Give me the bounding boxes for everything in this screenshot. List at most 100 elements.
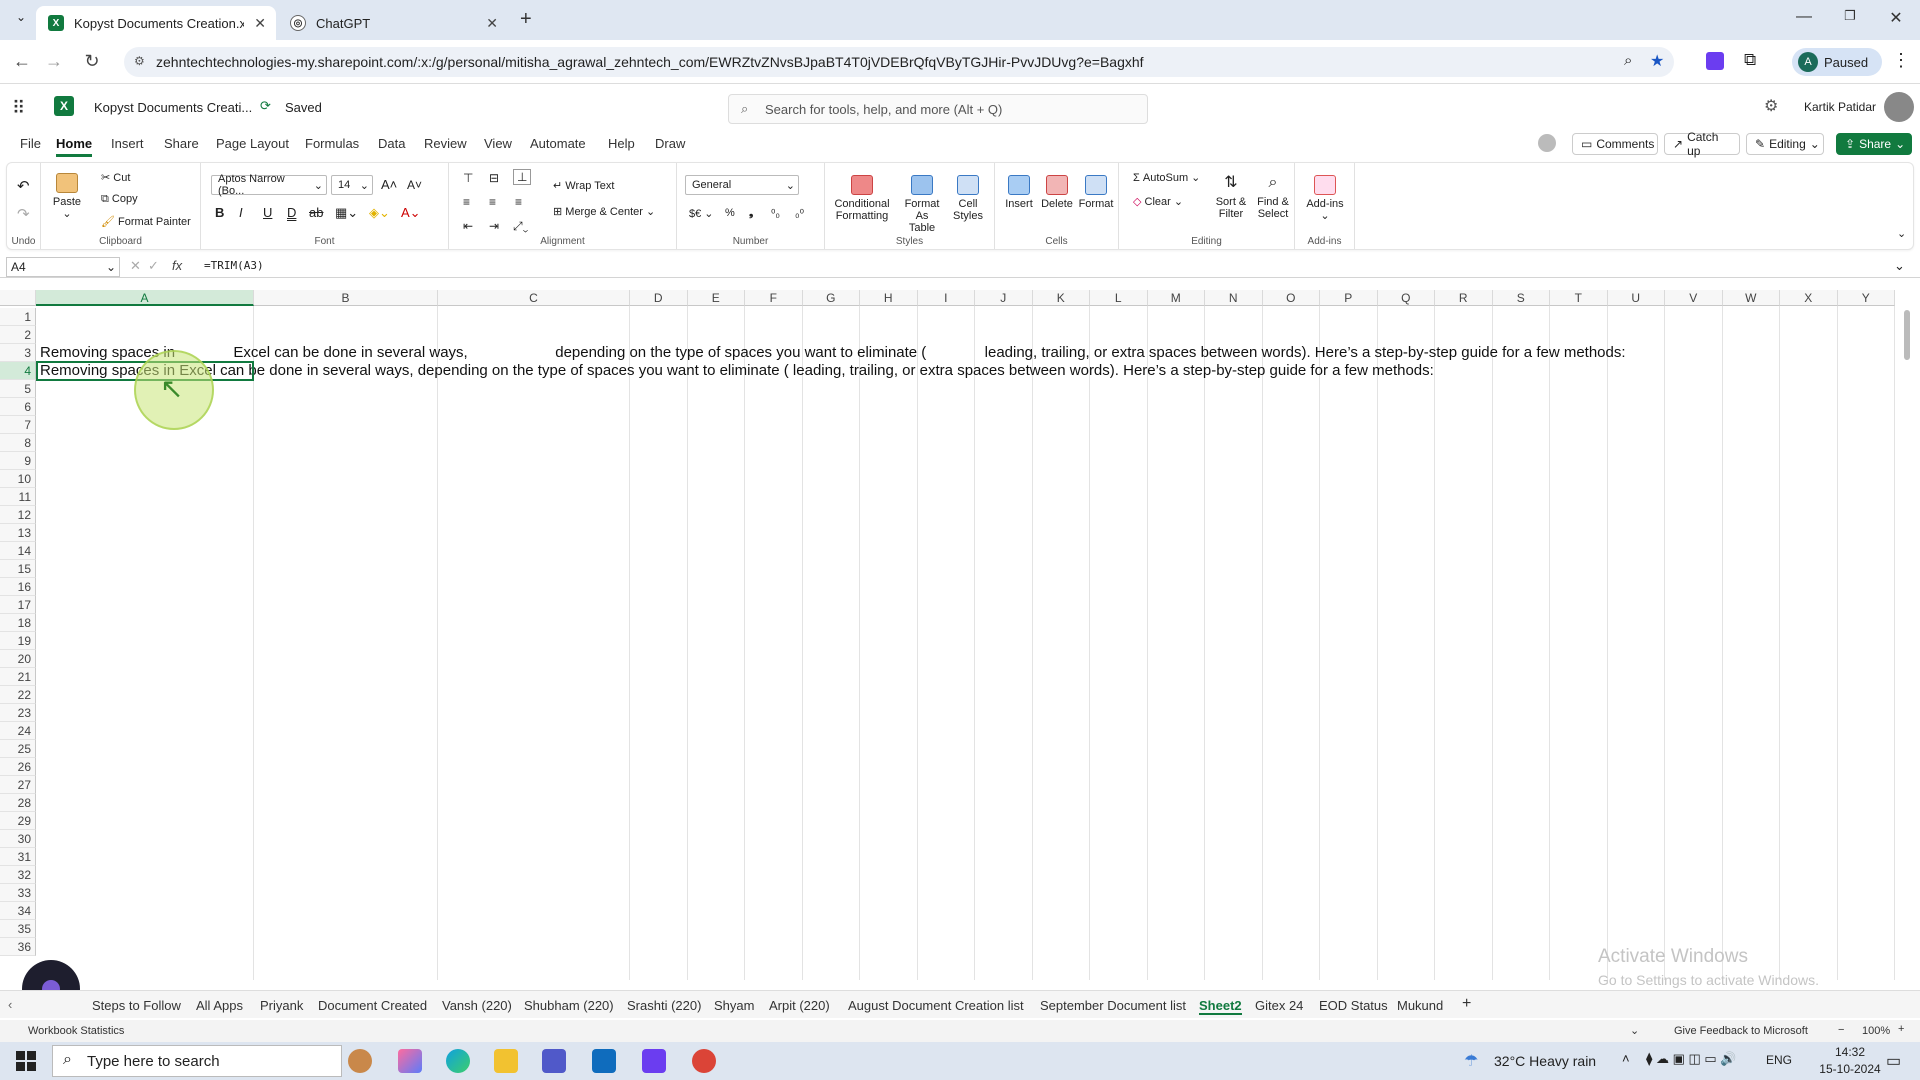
- column-header[interactable]: O: [1262, 290, 1320, 306]
- workbook-statistics[interactable]: Workbook Statistics: [28, 1025, 124, 1037]
- close-icon[interactable]: ✕: [254, 15, 266, 32]
- borders-icon[interactable]: ▦⌄: [335, 205, 358, 221]
- sheet-tab[interactable]: Priyank: [260, 998, 303, 1013]
- row-header[interactable]: 21: [0, 668, 36, 686]
- row-header[interactable]: 25: [0, 740, 36, 758]
- ribbon-collapse-icon[interactable]: ⌄: [1897, 227, 1906, 240]
- app-icon[interactable]: [642, 1049, 666, 1073]
- number-format-select[interactable]: General ⌄: [685, 175, 799, 195]
- align-right-icon[interactable]: ≡: [515, 195, 522, 209]
- cell-a3[interactable]: Removing spaces in Excel can be done in …: [40, 344, 1626, 362]
- copilot-icon[interactable]: [398, 1049, 422, 1073]
- sheet-tab[interactable]: Sheet2: [1199, 998, 1242, 1015]
- row-header[interactable]: 31: [0, 848, 36, 866]
- column-header[interactable]: S: [1492, 290, 1550, 306]
- column-header[interactable]: L: [1090, 290, 1148, 306]
- zoom-level[interactable]: 100%: [1862, 1025, 1890, 1037]
- row-header[interactable]: 18: [0, 614, 36, 632]
- wrap-text-button[interactable]: ↵ Wrap Text: [553, 179, 614, 192]
- sheet-tab[interactable]: Srashti (220): [627, 998, 701, 1013]
- weather-text[interactable]: 32°C Heavy rain: [1494, 1053, 1596, 1069]
- column-header[interactable]: X: [1780, 290, 1838, 306]
- menu-file[interactable]: File: [20, 136, 41, 151]
- site-info-icon[interactable]: ⚙: [134, 54, 145, 68]
- search-input[interactable]: ⌕ Search for tools, help, and more (Alt …: [728, 94, 1148, 124]
- menu-view[interactable]: View: [484, 136, 512, 151]
- expand-formula-icon[interactable]: ⌄: [1894, 258, 1905, 274]
- row-header[interactable]: 4: [0, 362, 36, 380]
- sheet-tab[interactable]: August Document Creation list: [848, 998, 1024, 1013]
- row-header[interactable]: 5: [0, 380, 36, 398]
- formula-input[interactable]: =TRIM(A3): [204, 259, 264, 272]
- new-tab-button[interactable]: +: [520, 8, 532, 31]
- clock-time[interactable]: 14:32: [1820, 1045, 1880, 1059]
- notification-icon[interactable]: ▭: [1886, 1051, 1901, 1071]
- column-header[interactable]: R: [1435, 290, 1493, 306]
- align-center-icon[interactable]: ≡: [489, 195, 496, 209]
- teams-icon[interactable]: [542, 1049, 566, 1073]
- back-icon[interactable]: ←: [10, 51, 34, 72]
- increase-font-icon[interactable]: A˄: [381, 177, 397, 192]
- row-header[interactable]: 33: [0, 884, 36, 902]
- zoom-in-icon[interactable]: +: [1898, 1023, 1904, 1035]
- clear-button[interactable]: ◇ Clear ⌄: [1133, 195, 1183, 208]
- align-top-icon[interactable]: ⊤: [463, 171, 473, 185]
- extensions-puzzle-icon[interactable]: ⧉: [1744, 50, 1756, 70]
- font-color-icon[interactable]: A⌄: [401, 205, 421, 221]
- format-painter-button[interactable]: 🖌 Format Painter: [101, 215, 191, 228]
- double-underline-icon[interactable]: D: [287, 205, 296, 220]
- row-header[interactable]: 13: [0, 524, 36, 542]
- row-header[interactable]: 16: [0, 578, 36, 596]
- app-launcher-icon[interactable]: ⠿: [12, 98, 25, 119]
- undo-icon[interactable]: ↶: [17, 177, 30, 195]
- orientation-icon[interactable]: ⤢⌄: [513, 219, 528, 234]
- sheet-tab[interactable]: Steps to Follow: [92, 998, 181, 1013]
- row-header[interactable]: 1: [0, 308, 36, 326]
- paste-button[interactable]: Paste ⌄: [49, 173, 85, 220]
- strikethrough-icon[interactable]: ab: [309, 205, 323, 220]
- column-header[interactable]: V: [1665, 290, 1723, 306]
- sheet-tab[interactable]: Shyam: [714, 998, 754, 1013]
- delete-cells-button[interactable]: Delete: [1039, 175, 1075, 210]
- column-header[interactable]: C: [438, 290, 630, 306]
- row-header[interactable]: 12: [0, 506, 36, 524]
- feedback-link[interactable]: Give Feedback to Microsoft: [1674, 1025, 1808, 1037]
- sheet-tab[interactable]: All Apps: [196, 998, 243, 1013]
- menu-formulas[interactable]: Formulas: [305, 136, 359, 151]
- cut-button[interactable]: ✂ Cut: [101, 171, 130, 184]
- row-header[interactable]: 9: [0, 452, 36, 470]
- column-header[interactable]: F: [745, 290, 803, 306]
- chrome-icon[interactable]: [692, 1049, 716, 1073]
- user-name[interactable]: Kartik Patidar: [1804, 100, 1876, 114]
- bold-icon[interactable]: B: [215, 205, 224, 220]
- column-header[interactable]: A: [36, 290, 254, 306]
- underline-icon[interactable]: U: [263, 205, 272, 220]
- tab-search-chevron-icon[interactable]: ⌄: [10, 10, 32, 30]
- row-header[interactable]: 3: [0, 344, 36, 362]
- zoom-out-icon[interactable]: −: [1838, 1024, 1844, 1036]
- menu-automate[interactable]: Automate: [530, 136, 586, 151]
- sheet-tab[interactable]: EOD Status: [1319, 998, 1388, 1013]
- column-header[interactable]: U: [1607, 290, 1665, 306]
- select-all-corner[interactable]: [0, 290, 36, 306]
- restore-icon[interactable]: ❐: [1830, 8, 1870, 24]
- mail-icon[interactable]: [592, 1049, 616, 1073]
- chevron-down-icon[interactable]: ⌄: [1630, 1024, 1639, 1037]
- column-header[interactable]: J: [975, 290, 1033, 306]
- decrease-decimal-icon[interactable]: ₀⁰: [795, 207, 804, 220]
- zoom-search-icon[interactable]: ⌕: [1624, 52, 1632, 69]
- sheet-tab[interactable]: Shubham (220): [524, 998, 614, 1013]
- redo-icon[interactable]: ↷: [17, 205, 30, 223]
- column-header[interactable]: T: [1550, 290, 1608, 306]
- add-sheet-button[interactable]: +: [1462, 995, 1471, 1013]
- format-cells-button[interactable]: Format: [1077, 175, 1115, 210]
- browser-menu-icon[interactable]: ⋮: [1892, 50, 1910, 71]
- row-header[interactable]: 19: [0, 632, 36, 650]
- column-header[interactable]: I: [917, 290, 975, 306]
- row-header[interactable]: 8: [0, 434, 36, 452]
- column-header[interactable]: M: [1147, 290, 1205, 306]
- column-header[interactable]: N: [1205, 290, 1263, 306]
- row-header[interactable]: 7: [0, 416, 36, 434]
- column-header[interactable]: E: [687, 290, 745, 306]
- presence-avatar[interactable]: [1538, 134, 1556, 152]
